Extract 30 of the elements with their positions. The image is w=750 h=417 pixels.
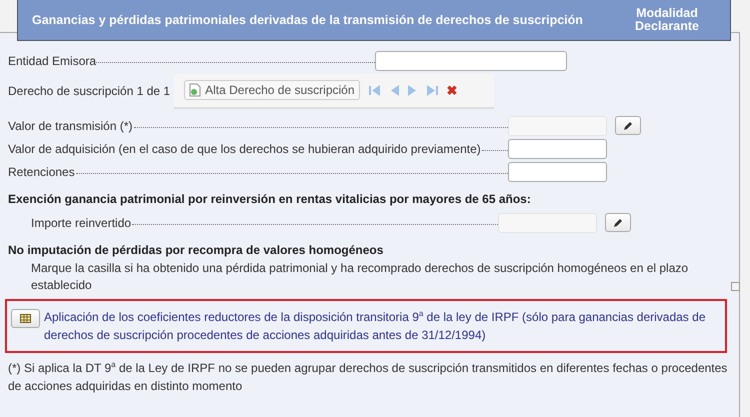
field-label: Retenciones bbox=[8, 164, 75, 178]
mode-label: Modalidad Declarante bbox=[634, 7, 700, 33]
amount-field[interactable] bbox=[508, 138, 607, 158]
section-heading: No imputación de pérdidas por recompra de valores homogéneos bbox=[8, 242, 384, 259]
add-button[interactable]: Alta Derecho de suscripción bbox=[184, 80, 360, 100]
field-label: Entidad Emisora bbox=[8, 54, 96, 68]
pencil-icon bbox=[613, 218, 623, 228]
field-label: Valor de adquisición (en el caso de que los derechos se hubieran adquirido previamente) bbox=[8, 142, 481, 156]
record-counter: Derecho de suscripción 1 de 1 bbox=[8, 84, 170, 98]
last-icon[interactable] bbox=[426, 84, 438, 96]
previous-icon[interactable] bbox=[390, 84, 399, 96]
edit-button[interactable] bbox=[605, 213, 631, 232]
add-document-icon bbox=[189, 83, 202, 97]
field-label: Importe reinvertido bbox=[31, 216, 132, 230]
footnote: (*) Si aplica la DT 9$^{a}$ de la Ley de IRPF no se pueden agrupar derechos de suscripción transmitidos en diferentes fechas o procedentes de acciones adquiridas en distinto momento bbox=[8, 359, 728, 395]
first-icon[interactable] bbox=[368, 84, 381, 96]
next-icon[interactable] bbox=[408, 84, 417, 96]
section-heading: Exención ganancia patrimonial por reinversión en rentas vitalicias por mayores de 65 años: bbox=[8, 191, 532, 208]
section-title: Ganancias y pérdidas patrimoniales derivadas de la transmisión de derechos de suscripción bbox=[31, 13, 584, 27]
checkbox[interactable] bbox=[731, 282, 740, 291]
table-icon bbox=[20, 314, 31, 323]
field-label: Valor de transmisión (*) bbox=[8, 118, 132, 132]
amount-field[interactable] bbox=[508, 162, 607, 182]
delete-button[interactable]: ✖ bbox=[446, 82, 458, 98]
edit-button[interactable] bbox=[615, 116, 641, 135]
pencil-icon bbox=[623, 120, 633, 130]
coefficients-link[interactable]: Aplicación de los coeficientes reductores de la disposición transitoria 9$^{a}$ de la ley de IRPF (sólo para ganancias derivadas de derechos de suscripción procedentes de acciones adquiridas antes de 31/12/1994) bbox=[44, 308, 721, 344]
table-button[interactable] bbox=[11, 309, 40, 328]
issuer-field[interactable] bbox=[375, 51, 567, 71]
instruction-text: Marque la casilla si ha obtenido una pérdida patrimonial y ha recomprado derechos de suscripción homogéneos en el plazo establecido bbox=[31, 260, 690, 294]
